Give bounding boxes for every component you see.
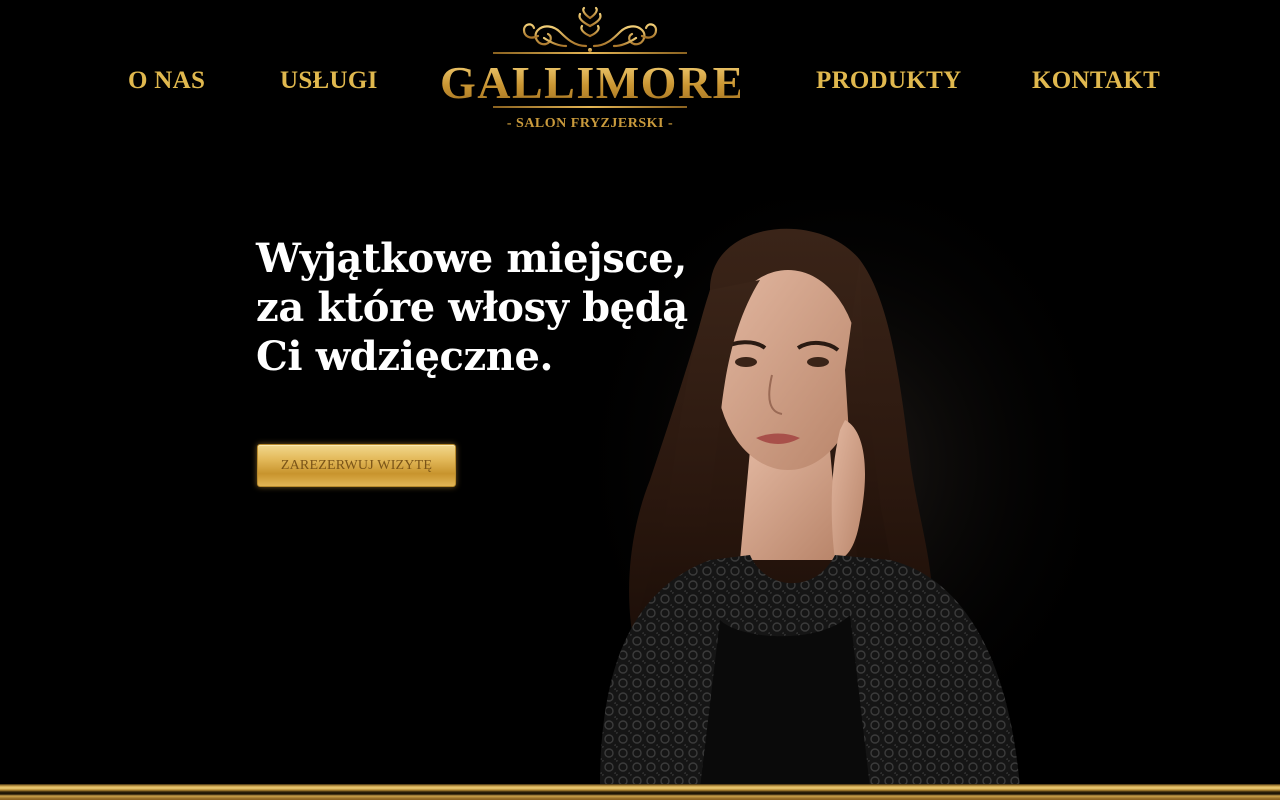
baroque-scroll-ornament-icon bbox=[522, 6, 658, 52]
nav-link-uslugi[interactable]: USŁUGI bbox=[280, 66, 378, 96]
hero-headline: Wyjątkowe miejsce, za które włosy będą C… bbox=[256, 234, 696, 381]
hero-headline-line-3: Ci wdzięczne. bbox=[256, 333, 554, 380]
brand-name: GALLIMORE bbox=[440, 57, 745, 108]
nav-link-o-nas[interactable]: O NAS bbox=[128, 66, 205, 96]
hero-headline-line-2: za które włosy będą bbox=[256, 284, 688, 331]
book-appointment-button[interactable]: ZAREZERWUJ WIZYTĘ bbox=[257, 444, 456, 487]
brand-logo[interactable]: GALLIMORE - SALON FRYZJERSKI - bbox=[440, 6, 745, 141]
hero-headline-line-1: Wyjątkowe miejsce, bbox=[256, 235, 687, 282]
footer-gold-band bbox=[0, 784, 1280, 800]
brand-tagline: - SALON FRYZJERSKI - bbox=[506, 116, 674, 131]
nav-link-kontakt[interactable]: KONTAKT bbox=[1032, 66, 1160, 96]
logo-bottom-rule bbox=[493, 106, 687, 108]
book-appointment-label: ZAREZERWUJ WIZYTĘ bbox=[280, 457, 433, 473]
nav-link-produkty[interactable]: PRODUKTY bbox=[816, 66, 961, 96]
logo-top-rule bbox=[493, 52, 687, 54]
